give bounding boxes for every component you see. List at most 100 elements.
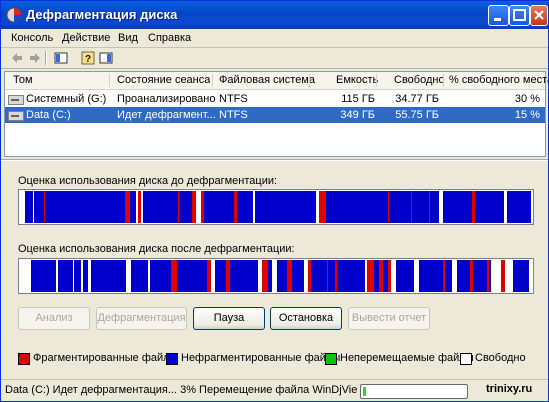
cluster-block [127, 191, 130, 223]
cluster-block [91, 260, 108, 292]
cluster-block [175, 260, 177, 292]
close-icon [534, 10, 544, 20]
cluster-block [529, 191, 531, 223]
cluster-block [295, 191, 303, 223]
cluster-block [327, 260, 328, 292]
cluster-block [308, 260, 311, 292]
cluster-block [357, 191, 374, 223]
cluster-block [337, 260, 351, 292]
properties-icon[interactable] [99, 51, 113, 65]
pause-button[interactable]: Пауза [193, 307, 265, 330]
cluster-block [303, 191, 316, 223]
cluster-block [84, 191, 90, 223]
column-percent-free[interactable]: % свободного места [449, 74, 548, 86]
forward-arrow-icon[interactable] [28, 51, 42, 65]
view-report-button[interactable]: Вывести отчет [348, 307, 430, 330]
cluster-block [226, 260, 230, 292]
menu-view[interactable]: Вид [118, 32, 138, 44]
cluster-block [487, 260, 489, 292]
cluster-block [494, 260, 497, 292]
column-volume[interactable]: Том [13, 74, 33, 86]
legend-swatch [166, 353, 178, 365]
show-hide-tree-icon[interactable] [54, 51, 68, 65]
cluster-block [412, 191, 429, 223]
cluster-block [209, 260, 211, 292]
defragment-button[interactable]: Дефрагментация [96, 307, 187, 330]
stop-button[interactable]: Остановка [270, 307, 342, 330]
menu-help[interactable]: Справка [148, 32, 191, 44]
cluster-block [452, 260, 454, 292]
volume-list: Том Состояние сеанса Файловая система Ем… [4, 71, 548, 157]
cluster-block [391, 191, 400, 223]
session-state: Идет дефрагмент... [117, 109, 216, 121]
cluster-block [367, 260, 371, 292]
cluster-block [501, 260, 505, 292]
cluster-block [292, 260, 296, 292]
free-space: 34.77 ГБ [395, 93, 439, 105]
back-arrow-icon[interactable] [10, 51, 24, 65]
column-capacity[interactable]: Емкость [336, 74, 378, 86]
cluster-block [379, 260, 383, 292]
defrag-window: Дефрагментация диска Консоль Действие Ви… [0, 0, 549, 402]
cluster-block [439, 191, 443, 223]
cluster-block [362, 260, 365, 292]
window-title: Дефрагментация диска [26, 7, 178, 22]
free-space: 55.75 ГБ [395, 109, 439, 121]
volume-row-g[interactable]: Системный (G:) Проанализировано NTFS 115… [5, 91, 545, 107]
cluster-block [143, 191, 152, 223]
cluster-block [419, 260, 433, 292]
cluster-block [266, 260, 268, 292]
minimize-button[interactable] [488, 5, 509, 26]
cluster-block [268, 260, 272, 292]
cluster-block [376, 260, 379, 292]
cluster-block [61, 191, 65, 223]
cluster-block [454, 260, 457, 292]
cluster-block [443, 191, 456, 223]
cluster-block [136, 191, 138, 223]
capacity: 349 ГБ [340, 109, 375, 121]
column-file-system[interactable]: Файловая система [219, 74, 315, 86]
menu-console[interactable]: Консоль [11, 32, 53, 44]
cluster-block [340, 191, 357, 223]
volume-name: Data (C:) [26, 109, 71, 121]
cluster-block [304, 260, 308, 292]
cluster-block [491, 260, 494, 292]
cluster-block [171, 260, 175, 292]
maximize-button[interactable] [509, 5, 530, 26]
column-free[interactable]: Свободно [394, 74, 445, 86]
cluster-block [272, 260, 277, 292]
cluster-block [280, 191, 295, 223]
cluster-block [414, 260, 419, 292]
volume-row-c[interactable]: Data (C:) Идет дефрагмент... NTFS 349 ГБ… [5, 107, 545, 123]
legend-label: Неперемещаемые файлы [340, 352, 474, 364]
cluster-block [529, 260, 531, 292]
cluster-block [287, 260, 290, 292]
cluster-block [473, 260, 487, 292]
after-label: Оценка использования диска после дефрагм… [18, 243, 295, 255]
percent-free: 30 % [514, 93, 540, 105]
cluster-block [207, 260, 208, 292]
help-icon[interactable]: ? [81, 51, 95, 65]
cluster-block [34, 191, 44, 223]
cluster-block [221, 191, 227, 223]
analyze-button[interactable]: Анализ [18, 307, 90, 330]
status-text: Data (C:) Идет дефрагментация... 3% Пере… [5, 384, 357, 396]
volume-name: Системный (G:) [26, 93, 107, 105]
cluster-block [73, 260, 74, 292]
cluster-block [81, 260, 83, 292]
cluster-block [237, 191, 253, 223]
cluster-block [386, 260, 388, 292]
column-session-state[interactable]: Состояние сеанса [117, 74, 210, 86]
cluster-block [211, 260, 215, 292]
cluster-block [509, 260, 510, 292]
cluster-block [215, 260, 226, 292]
cluster-block [20, 260, 24, 292]
cluster-block [234, 191, 237, 223]
cluster-block [204, 191, 221, 223]
menu-action[interactable]: Действие [62, 32, 110, 44]
cluster-block [391, 260, 396, 292]
cluster-block [262, 260, 266, 292]
legend-label: Нефрагментированные файлы [181, 352, 341, 364]
cluster-block [106, 191, 121, 223]
close-button[interactable] [530, 5, 548, 26]
